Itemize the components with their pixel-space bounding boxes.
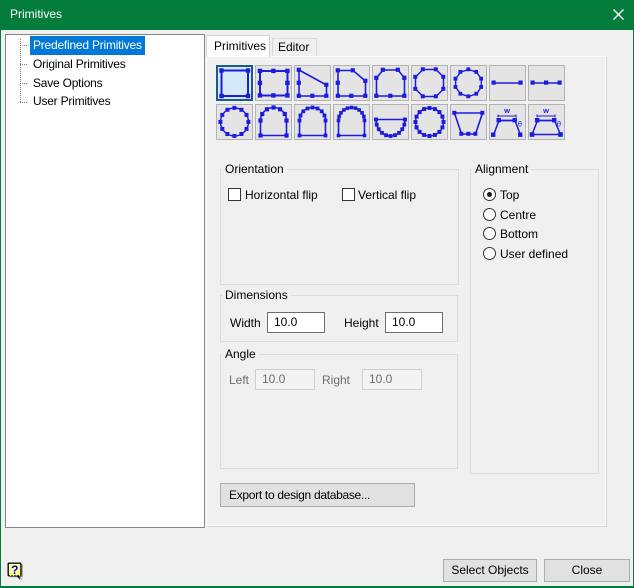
svg-text:w: w (542, 106, 549, 115)
svg-text:w: w (503, 106, 510, 115)
svg-text:θ: θ (518, 120, 522, 129)
svg-text:?: ? (11, 563, 18, 577)
svg-text:θ: θ (557, 120, 561, 129)
